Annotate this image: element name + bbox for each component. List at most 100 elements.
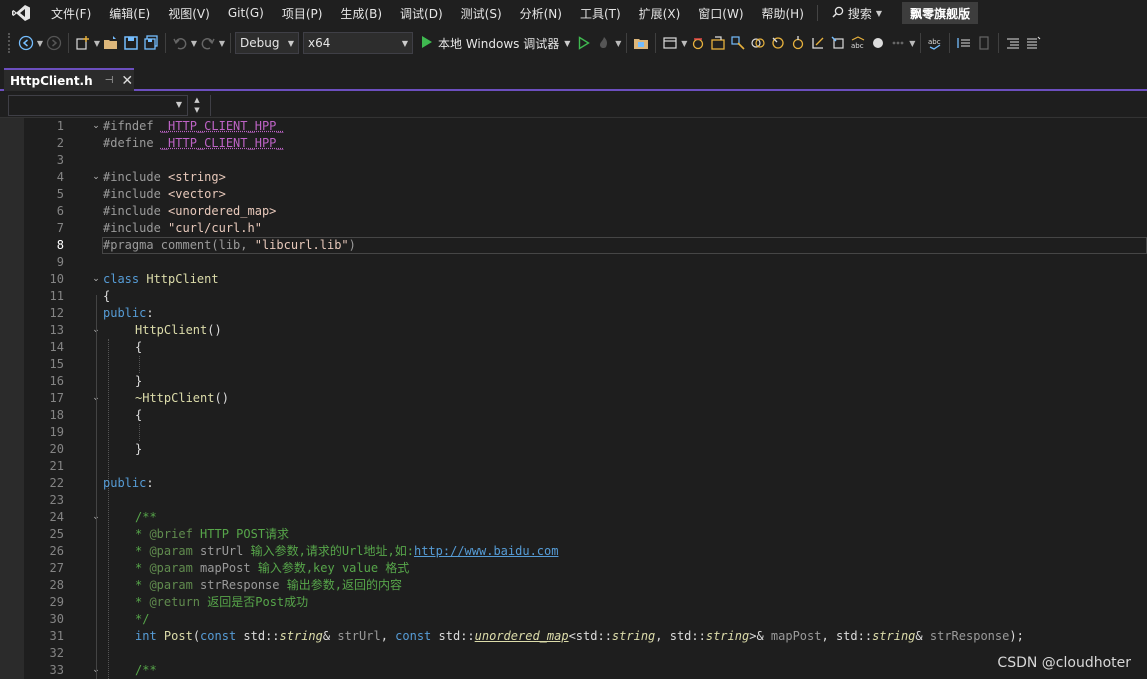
solution-name-badge[interactable]: 飘零旗舰版: [902, 2, 979, 24]
code-editor[interactable]: 1 ⌄ 2 3 4 ⌄ 5 6 7 8 9 10 ⌄ 11 12 13 ⌄ 14 15 16 17 ⌄ 18 19 20 21 22…: [0, 118, 1147, 679]
spell-check-icon[interactable]: abc: [848, 32, 868, 54]
menu-item-11[interactable]: 扩展(X): [630, 0, 690, 26]
save-icon[interactable]: [121, 32, 141, 54]
code-line-5[interactable]: #include <vector>: [103, 186, 226, 203]
code-line-16[interactable]: }: [135, 373, 142, 390]
debug-tool-4-icon[interactable]: [748, 32, 768, 54]
menu-item-1[interactable]: 文件(F): [42, 0, 100, 26]
toolbar-grip[interactable]: [8, 33, 12, 53]
debug-tool-8-icon[interactable]: [828, 32, 848, 54]
code-line-22[interactable]: public:: [103, 475, 154, 492]
start-without-debugging-icon[interactable]: [574, 32, 594, 54]
layout-icon[interactable]: [660, 32, 680, 54]
code-line-13[interactable]: HttpClient(): [135, 322, 222, 339]
more-tools-icon[interactable]: [888, 32, 908, 54]
open-file-icon[interactable]: [101, 32, 121, 54]
browse-folder-icon[interactable]: [631, 32, 651, 54]
start-debugging-button[interactable]: 本地 Windows 调试器 ▼: [417, 32, 574, 54]
indent-icon[interactable]: [954, 32, 974, 54]
code-line-8[interactable]: #pragma comment(lib, "libcurl.lib"): [103, 237, 356, 254]
code-line-7[interactable]: #include "curl/curl.h": [103, 220, 262, 237]
code-line-18[interactable]: {: [135, 407, 142, 424]
fold-toggle-icon[interactable]: ⌄: [90, 271, 102, 288]
save-all-icon[interactable]: [141, 32, 161, 54]
debug-tool-2-icon[interactable]: [708, 32, 728, 54]
navigate-back-icon[interactable]: [16, 32, 36, 54]
menu-item-6[interactable]: 生成(B): [331, 0, 391, 26]
code-line-29[interactable]: * @return 返回是否Post成功: [135, 594, 308, 611]
debug-tool-6-icon[interactable]: [788, 32, 808, 54]
code-line-24[interactable]: /**: [135, 509, 157, 526]
uncomment-lines-icon[interactable]: [1023, 32, 1043, 54]
chevron-down-icon[interactable]: ▼: [190, 32, 198, 54]
menu-item-8[interactable]: 测试(S): [452, 0, 511, 26]
code-line-26[interactable]: * @param strUrl 输入参数,请求的Url地址,如:http://w…: [135, 543, 558, 560]
debug-tool-1-icon[interactable]: [688, 32, 708, 54]
debug-tool-5-icon[interactable]: [768, 32, 788, 54]
member-select[interactable]: [210, 95, 1147, 116]
scope-spin-control[interactable]: ▲ ▼: [190, 95, 204, 116]
menu-item-9[interactable]: 分析(N): [511, 0, 571, 26]
menu-item-13[interactable]: 帮助(H): [753, 0, 813, 26]
fold-toggle-icon[interactable]: ⌄: [90, 169, 102, 186]
url-link[interactable]: http://www.baidu.com: [414, 544, 559, 558]
undo-icon[interactable]: [170, 32, 190, 54]
code-line-11[interactable]: {: [103, 288, 110, 305]
code-line-10[interactable]: class HttpClient: [103, 271, 219, 288]
fold-toggle-icon[interactable]: ⌄: [90, 118, 102, 135]
code-line-12[interactable]: public:: [103, 305, 154, 322]
toolbar-separator: [949, 33, 951, 53]
debug-tool-7-icon[interactable]: [808, 32, 828, 54]
line-number: 29: [49, 595, 64, 609]
outdent-icon[interactable]: [974, 32, 994, 54]
menu-item-5[interactable]: 项目(P): [273, 0, 332, 26]
line-number: 10: [49, 272, 64, 286]
close-icon[interactable]: ✕: [121, 73, 133, 89]
new-project-icon[interactable]: [73, 32, 93, 54]
menu-item-4[interactable]: Git(G): [219, 0, 273, 26]
code-line-31[interactable]: int Post(const std::string& strUrl, cons…: [135, 628, 1024, 645]
menu-item-12[interactable]: 窗口(W): [689, 0, 752, 26]
pin-icon[interactable]: ⊣: [105, 75, 114, 86]
code-line-30[interactable]: */: [135, 611, 149, 628]
hot-reload-icon[interactable]: [594, 32, 614, 54]
menu-item-2[interactable]: 编辑(E): [100, 0, 159, 26]
menu-item-10[interactable]: 工具(T): [571, 0, 630, 26]
code-line-28[interactable]: * @param strResponse 输出参数,返回的内容: [135, 577, 402, 594]
chevron-down-icon[interactable]: ▼: [680, 32, 688, 54]
chevron-down-icon[interactable]: ▼: [93, 32, 101, 54]
start-debugging-label: 本地 Windows 调试器: [438, 36, 560, 51]
menu-item-7[interactable]: 调试(D): [391, 0, 452, 26]
redo-icon[interactable]: [198, 32, 218, 54]
chevron-down-icon: ▼: [875, 8, 883, 18]
spelling-icon[interactable]: abc: [925, 32, 945, 54]
code-line-27[interactable]: * @param mapPost 输入参数,key value 格式: [135, 560, 409, 577]
code-line-20[interactable]: }: [135, 441, 142, 458]
code-line-6[interactable]: #include <unordered_map>: [103, 203, 276, 220]
search-button[interactable]: 搜索 ▼: [822, 5, 892, 22]
code-line-1[interactable]: #ifndef _HTTP_CLIENT_HPP_: [103, 118, 284, 135]
code-line-2[interactable]: #define _HTTP_CLIENT_HPP_: [103, 135, 284, 152]
code-line-25[interactable]: * @brief HTTP POST请求: [135, 526, 289, 543]
tab-httpclient-h[interactable]: HttpClient.h ⊣ ✕: [4, 68, 134, 91]
chevron-down-icon[interactable]: ▼: [908, 32, 916, 54]
record-icon[interactable]: [868, 32, 888, 54]
chevron-down-icon[interactable]: ▼: [614, 32, 622, 54]
solution-configuration-select[interactable]: Debug ▼: [235, 32, 299, 54]
code-line-4[interactable]: #include <string>: [103, 169, 226, 186]
visual-studio-logo-icon[interactable]: [0, 0, 42, 26]
scope-select[interactable]: ▼: [8, 95, 188, 116]
line-number: 17: [49, 391, 64, 405]
chevron-down-icon[interactable]: ▼: [218, 32, 226, 54]
code-line-17[interactable]: ~HttpClient(): [135, 390, 229, 407]
chevron-down-icon: ▼: [564, 38, 571, 48]
code-line-14[interactable]: {: [135, 339, 142, 356]
navigate-forward-icon[interactable]: [44, 32, 64, 54]
solution-platform-select[interactable]: x64 ▼: [303, 32, 413, 54]
debug-tool-3-icon[interactable]: [728, 32, 748, 54]
comment-lines-icon[interactable]: [1003, 32, 1023, 54]
menu-item-3[interactable]: 视图(V): [159, 0, 219, 26]
code-line-33[interactable]: /**: [135, 662, 157, 679]
chevron-down-icon[interactable]: ▼: [36, 32, 44, 54]
line-number: 18: [49, 408, 64, 422]
